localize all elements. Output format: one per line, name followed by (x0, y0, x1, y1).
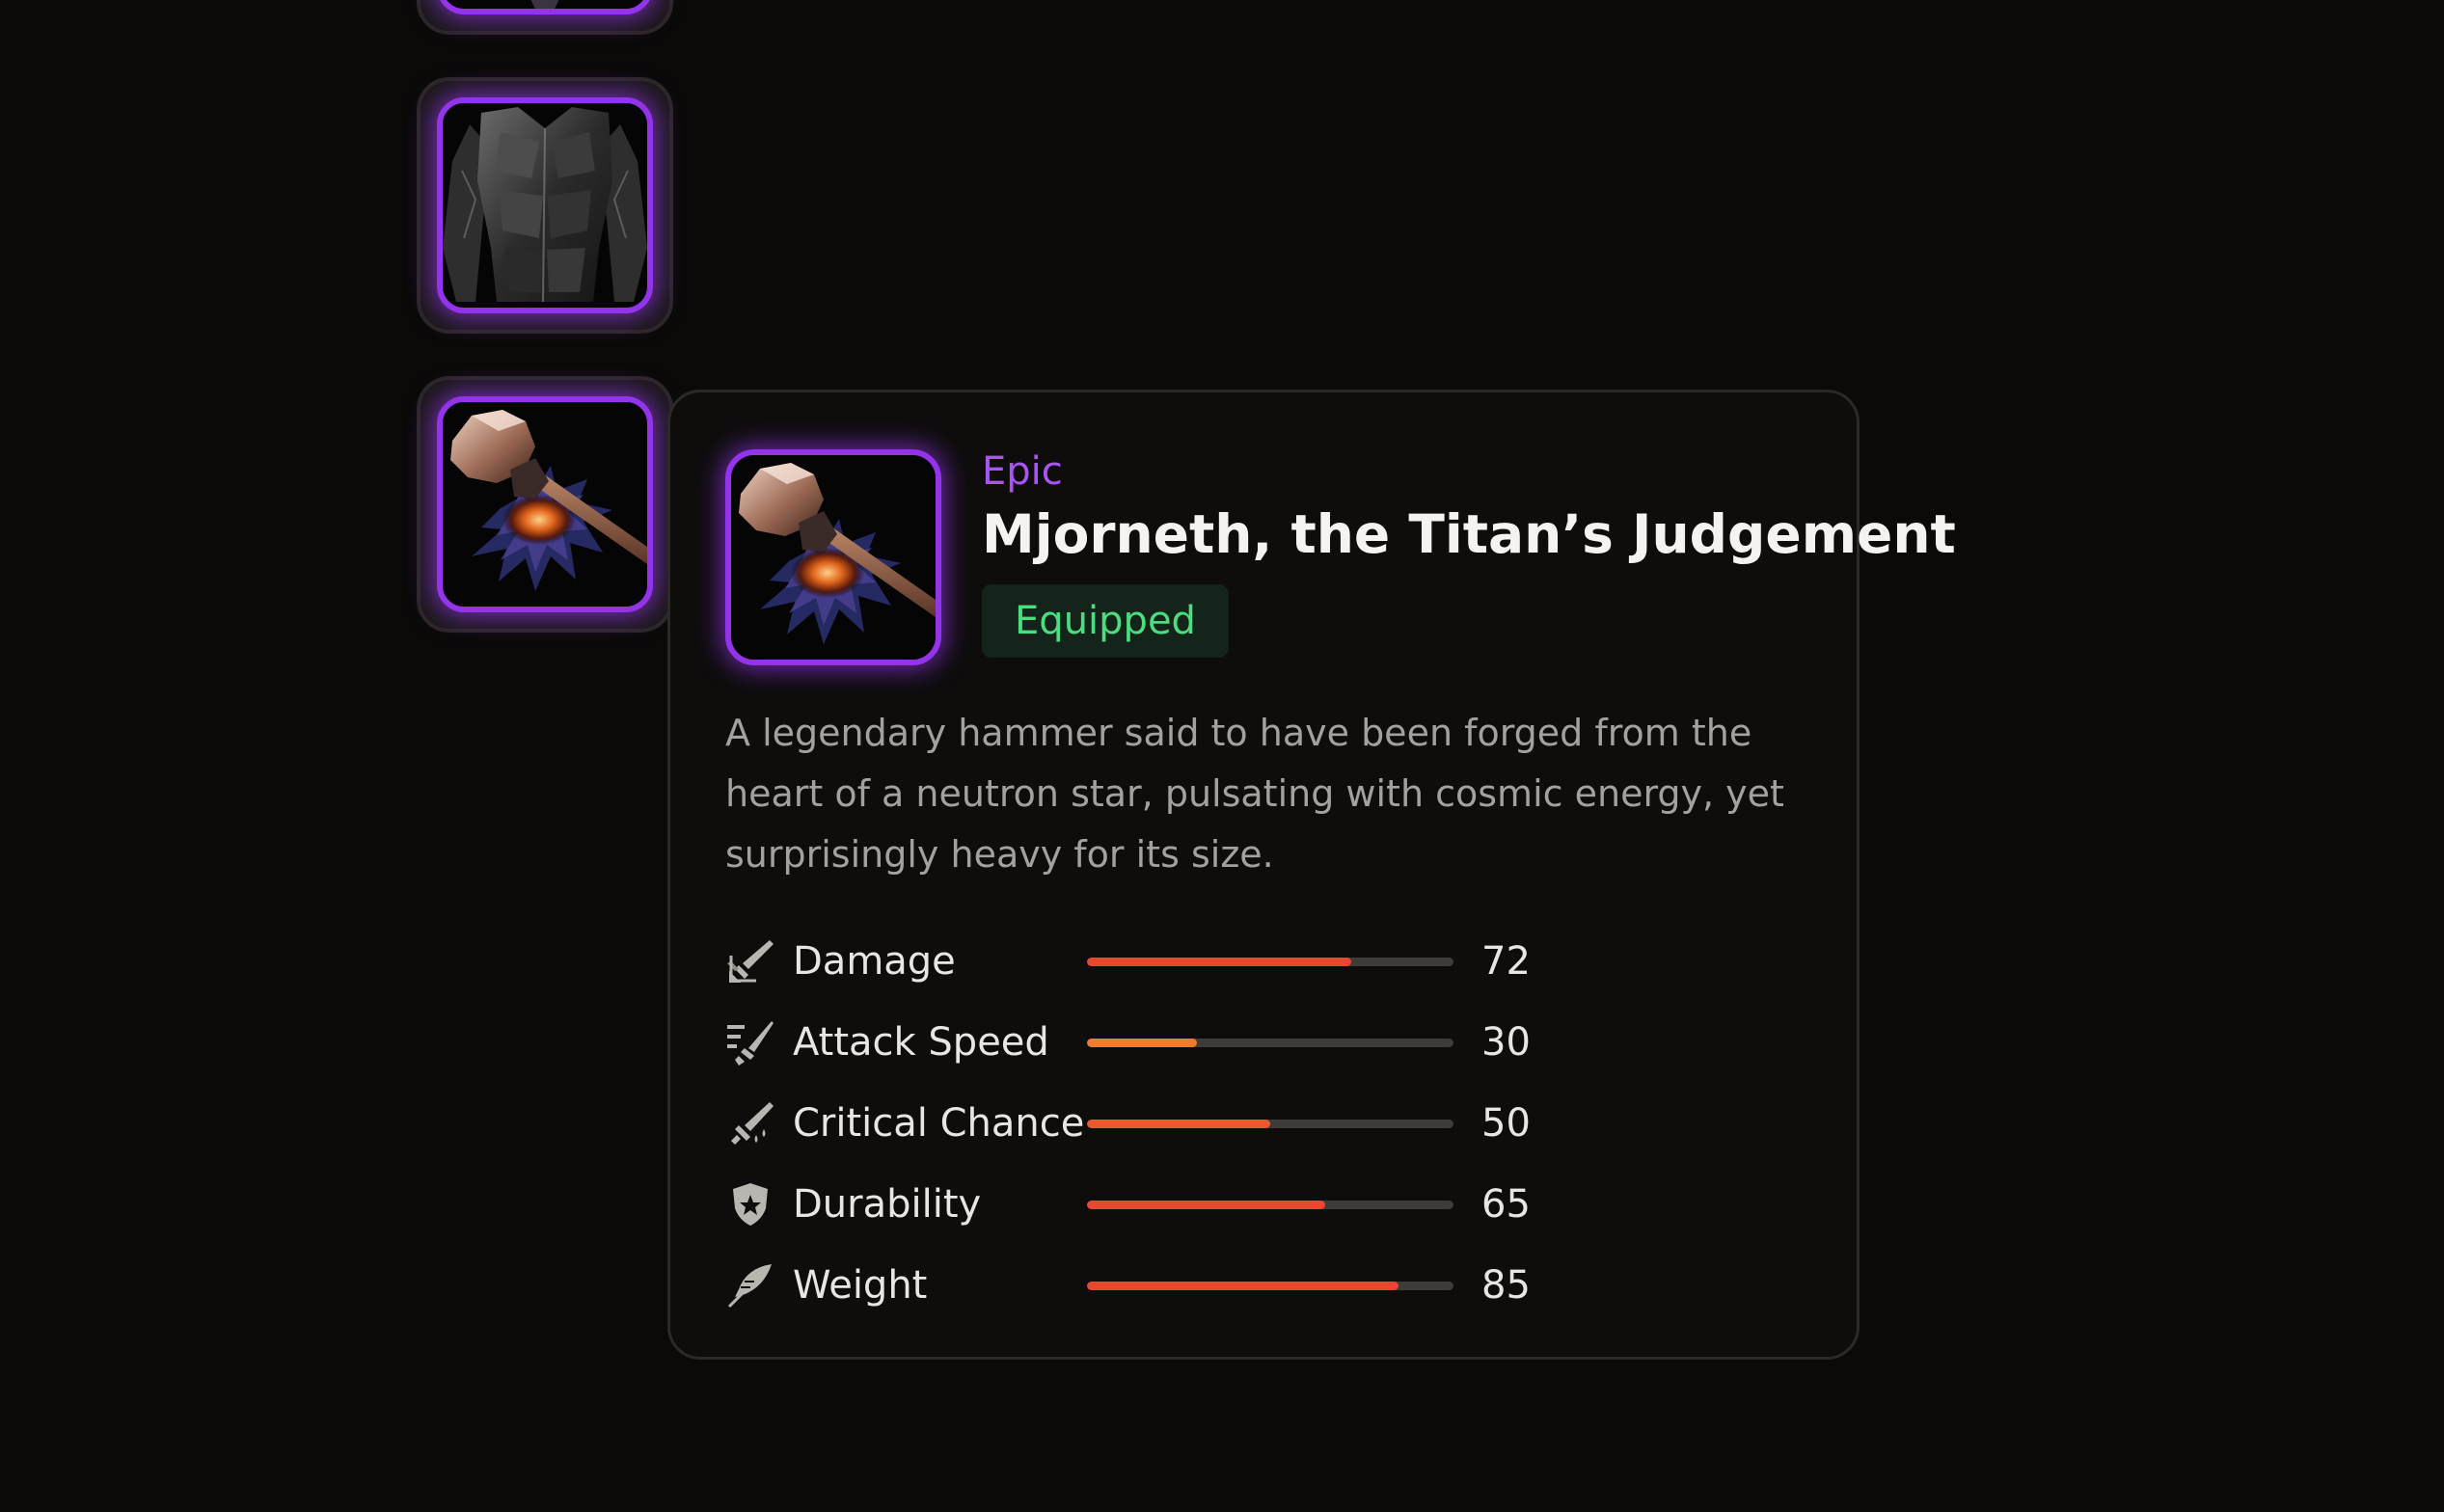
item-icon (443, 0, 647, 9)
item-frame (437, 97, 653, 313)
stat-row-damage: Damage 72 (725, 921, 1786, 1002)
feather-icon (725, 1260, 775, 1310)
shield-icon (725, 1179, 775, 1229)
stat-value: 85 (1481, 1263, 1531, 1308)
item-description: A legendary hammer said to have been for… (725, 712, 1784, 876)
stat-bar-fill (1087, 1120, 1270, 1128)
stat-label: Weight (793, 1263, 928, 1308)
stat-bar (1087, 1201, 1453, 1209)
stat-label: Attack Speed (793, 1020, 1049, 1065)
item-name: Mjorneth, the Titan’s Judgement (982, 503, 1956, 565)
stat-bar-fill (1087, 1282, 1399, 1290)
tooltip-item-image (725, 449, 941, 665)
bleeding-blade-icon (725, 1098, 775, 1148)
stat-bar-fill (1087, 958, 1351, 966)
item-frame (437, 0, 653, 14)
hammer-icon (731, 455, 936, 660)
stat-label: Damage (793, 939, 956, 984)
stat-label: Durability (793, 1182, 982, 1227)
chest-armor-icon (443, 103, 647, 308)
stat-value: 65 (1481, 1182, 1531, 1227)
stat-bar (1087, 1039, 1453, 1047)
equipment-slot-armor[interactable] (417, 77, 673, 334)
item-rarity: Epic (982, 449, 1063, 494)
equipment-slot-top[interactable] (417, 0, 673, 35)
stat-bar (1087, 1282, 1453, 1290)
stat-row-durability: Durability 65 (725, 1164, 1786, 1245)
stat-bar-fill (1087, 1039, 1197, 1047)
stat-row-critical-chance: Critical Chance 50 (725, 1083, 1786, 1164)
item-frame (437, 396, 653, 612)
stat-bar (1087, 958, 1453, 966)
stat-value: 50 (1481, 1101, 1531, 1146)
stat-value: 72 (1481, 939, 1531, 984)
equipment-slot-weapon[interactable] (417, 376, 673, 633)
stat-bar (1087, 1120, 1453, 1128)
stat-bar-fill (1087, 1201, 1325, 1209)
item-tooltip: Epic Mjorneth, the Titan’s Judgement Equ… (667, 390, 1956, 1360)
stat-value: 30 (1481, 1020, 1531, 1065)
stat-label: Critical Chance (793, 1101, 1085, 1146)
equipped-badge: Equipped (982, 584, 1229, 658)
hammer-icon (443, 402, 647, 607)
sword-icon (725, 936, 775, 986)
stat-row-weight: Weight 85 (725, 1245, 1786, 1326)
swift-sword-icon (725, 1017, 775, 1067)
stats-list: Damage 72 Attack Speed 30 Critical Chanc… (725, 921, 1786, 1326)
stat-row-attack-speed: Attack Speed 30 (725, 1002, 1786, 1083)
